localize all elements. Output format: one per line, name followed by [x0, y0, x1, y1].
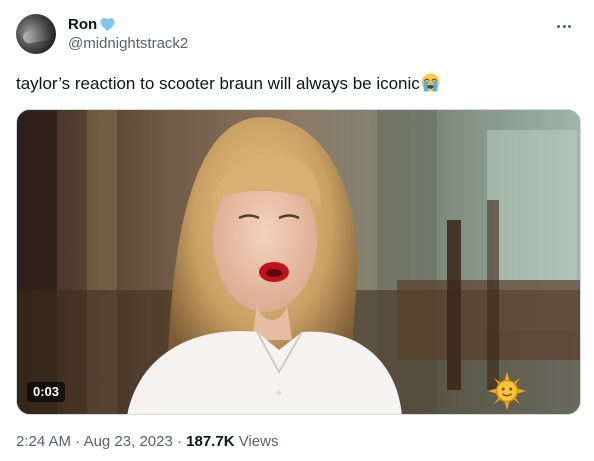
more-dot-icon — [562, 24, 566, 28]
tweet-text: taylor’s reaction to scooter braun will … — [16, 72, 440, 96]
views-count: 187.7K — [186, 433, 235, 450]
views-label: Views — [238, 433, 279, 450]
blue-heart-icon — [100, 18, 115, 32]
tweet-date-link[interactable]: Aug 23, 2023 — [84, 433, 173, 450]
tweet-metadata: 2:24 AM · Aug 23, 2023 · 187.7K Views — [16, 432, 278, 452]
user-names: Ron @midnightstrack2 — [68, 15, 188, 54]
tweet-text-content: taylor’s reaction to scooter braun will … — [16, 74, 420, 93]
loudly-crying-face-icon — [421, 73, 440, 92]
video-player[interactable]: 0:03 — [16, 109, 581, 415]
meta-separator: · — [75, 433, 81, 450]
video-frame — [17, 110, 580, 414]
more-dot-icon — [556, 24, 560, 28]
more-dot-icon — [568, 24, 572, 28]
meta-separator: · — [176, 433, 182, 450]
user-handle[interactable]: @midnightstrack2 — [68, 34, 188, 54]
cbs-sunday-morning-sun-icon — [488, 372, 526, 410]
tweet-time-link[interactable]: 2:24 AM — [16, 433, 71, 450]
avatar[interactable] — [16, 14, 56, 54]
display-name[interactable]: Ron — [68, 15, 97, 34]
tweet-header: Ron @midnightstrack2 — [16, 14, 578, 58]
more-options-button[interactable] — [552, 14, 576, 38]
video-duration-badge: 0:03 — [27, 382, 66, 402]
display-name-row: Ron — [68, 15, 188, 34]
